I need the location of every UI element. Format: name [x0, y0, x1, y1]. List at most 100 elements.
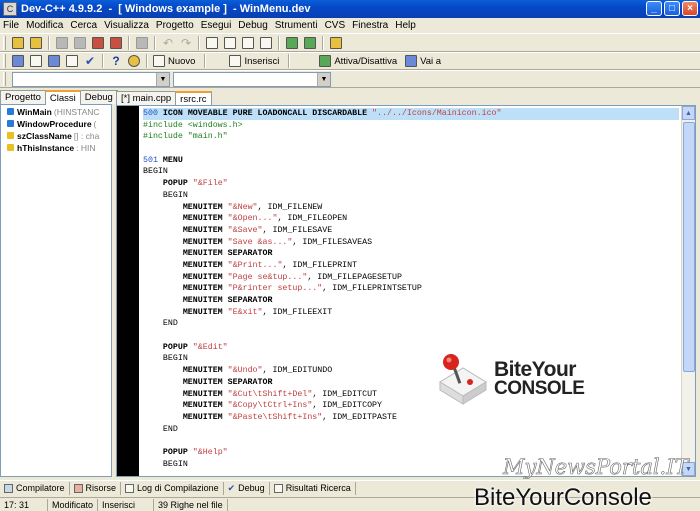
code-line[interactable]: #include "main.h": [143, 131, 679, 143]
close-button[interactable]: ×: [682, 1, 698, 16]
tree-item[interactable]: WindowProcedure (: [1, 118, 111, 129]
code-line[interactable]: MENUITEM SEPARATOR: [143, 295, 679, 307]
menu-progetto[interactable]: Progetto: [153, 20, 198, 31]
code-line[interactable]: MENUITEM "E&xit", IDM_FILEEXIT: [143, 307, 679, 319]
code-line[interactable]: 500 ICON MOVEABLE PURE LOADONCALL DISCAR…: [143, 108, 679, 120]
tab-compilatore[interactable]: Compilatore: [0, 481, 70, 495]
code-line[interactable]: MENUITEM SEPARATOR: [143, 248, 679, 260]
debug-check-button[interactable]: ✔: [82, 54, 98, 69]
add-to-project-button[interactable]: [284, 35, 300, 50]
tab-rsrc-rc[interactable]: rsrc.rc: [175, 91, 212, 106]
open-project-button[interactable]: [28, 35, 44, 50]
class-select[interactable]: ▼: [12, 71, 170, 87]
menu-file[interactable]: File: [0, 20, 23, 31]
code-line[interactable]: MENUITEM "&New", IDM_FILENEW: [143, 202, 679, 214]
menu-visualizza[interactable]: Visualizza: [101, 20, 153, 31]
code-line[interactable]: MENUITEM "&Print...", IDM_FILEPRINT: [143, 260, 679, 272]
tree-item[interactable]: hThisInstance : HIN: [1, 142, 111, 153]
insert-button[interactable]: Inserisci: [209, 55, 285, 67]
code-line[interactable]: MENUITEM "P&rinter setup...", IDM_FILEPR…: [143, 283, 679, 295]
menu-modifica[interactable]: Modifica: [23, 20, 67, 31]
code-editor[interactable]: 500 ICON MOVEABLE PURE LOADONCALL DISCAR…: [116, 105, 696, 477]
rebuild-button[interactable]: [64, 54, 80, 69]
run-button[interactable]: [28, 54, 44, 69]
scroll-thumb[interactable]: [683, 122, 695, 372]
save-button[interactable]: [72, 35, 88, 50]
minimize-button[interactable]: _: [646, 1, 662, 16]
menu-esegui[interactable]: Esegui: [198, 20, 236, 31]
compile-run-button[interactable]: [46, 54, 62, 69]
replace-button[interactable]: [222, 35, 238, 50]
code-area[interactable]: 500 ICON MOVEABLE PURE LOADONCALL DISCAR…: [143, 108, 679, 470]
menu-help[interactable]: Help: [392, 20, 420, 31]
tab-risultati-ricerca[interactable]: Risultati Ricerca: [270, 481, 356, 495]
code-line[interactable]: [143, 143, 679, 155]
code-line[interactable]: MENUITEM SEPARATOR: [143, 377, 679, 389]
code-line[interactable]: BEGIN: [143, 353, 679, 365]
tab-risorse[interactable]: Risorse: [70, 481, 122, 495]
undo-button[interactable]: ↶: [160, 35, 176, 50]
code-line[interactable]: 501 MENU: [143, 155, 679, 167]
project-options-button[interactable]: [328, 35, 344, 50]
code-line[interactable]: POPUP "&File": [143, 178, 679, 190]
save-all-button[interactable]: [90, 35, 106, 50]
about-button[interactable]: [126, 54, 142, 69]
goto-line-button[interactable]: [258, 35, 274, 50]
code-line[interactable]: MENUITEM "Page se&tup...", IDM_FILEPAGES…: [143, 272, 679, 284]
print-button[interactable]: [134, 35, 150, 50]
help-button[interactable]: ?: [108, 54, 124, 69]
code-line[interactable]: MENUITEM "Save &as...", IDM_FILESAVEAS: [143, 237, 679, 249]
code-line[interactable]: MENUITEM "&Undo", IDM_EDITUNDO: [143, 365, 679, 377]
find-button[interactable]: [204, 35, 220, 50]
find-next-button[interactable]: [240, 35, 256, 50]
goto-bookmark-button[interactable]: Vai a: [403, 55, 447, 67]
new-project-button[interactable]: [10, 35, 26, 50]
vertical-scrollbar[interactable]: ▲ ▼: [681, 106, 695, 476]
tab-classi[interactable]: Classi: [44, 90, 81, 105]
insert-icon: [229, 55, 242, 67]
editor-gutter[interactable]: [117, 106, 139, 476]
scroll-up-icon[interactable]: ▲: [682, 106, 695, 120]
tab-log-compilazione[interactable]: Log di Compilazione: [121, 481, 224, 495]
code-line[interactable]: BEGIN: [143, 190, 679, 202]
tree-item[interactable]: szClassName [] : cha: [1, 130, 111, 141]
code-line[interactable]: [143, 435, 679, 447]
member-select[interactable]: ▼: [173, 71, 331, 87]
code-line[interactable]: MENUITEM "&Paste\tShift+Ins", IDM_EDITPA…: [143, 412, 679, 424]
toolbar-grip[interactable]: [3, 54, 6, 68]
tab-progetto[interactable]: Progetto: [0, 90, 46, 104]
tab-debug-bottom[interactable]: ✔ Debug: [224, 481, 270, 495]
code-line[interactable]: BEGIN: [143, 166, 679, 178]
code-line[interactable]: [143, 330, 679, 342]
menu-strumenti[interactable]: Strumenti: [272, 20, 322, 31]
code-line[interactable]: #include <windows.h>: [143, 120, 679, 132]
code-line[interactable]: MENUITEM "&Copy\tCtrl+Ins", IDM_EDITCOPY: [143, 400, 679, 412]
code-token: , IDM_EDITUNDO: [262, 366, 333, 376]
maximize-button[interactable]: □: [664, 1, 680, 16]
redo-button[interactable]: ↷: [178, 35, 194, 50]
menu-finestra[interactable]: Finestra: [349, 20, 392, 31]
code-token: MENUITEM: [143, 237, 228, 247]
menu-debug[interactable]: Debug: [235, 20, 271, 31]
tree-item[interactable]: WinMain (HINSTANC: [1, 106, 111, 117]
menu-cerca[interactable]: Cerca: [67, 20, 101, 31]
toolbar-grip[interactable]: [3, 72, 6, 86]
toolbar-grip[interactable]: [3, 35, 6, 50]
close-file-button[interactable]: [108, 35, 124, 50]
code-line[interactable]: POPUP "&Edit": [143, 342, 679, 354]
menu-cvs[interactable]: CVS: [322, 20, 350, 31]
remove-from-project-button[interactable]: [302, 35, 318, 50]
compile-button[interactable]: [10, 54, 26, 69]
new-class-button[interactable]: Nuovo: [151, 55, 201, 67]
tab-debug[interactable]: Debug: [79, 90, 118, 104]
new-file-button[interactable]: [54, 35, 70, 50]
code-line[interactable]: MENUITEM "&Open...", IDM_FILEOPEN: [143, 213, 679, 225]
code-line[interactable]: MENUITEM "&Cut\tShift+Del", IDM_EDITCUT: [143, 389, 679, 401]
mynewsportal-watermark: MyNewsPortal.IT: [503, 455, 689, 480]
tab-main-cpp[interactable]: [*] main.cpp: [116, 91, 177, 105]
code-line[interactable]: MENUITEM "&Save", IDM_FILESAVE: [143, 225, 679, 237]
app-icon[interactable]: C: [3, 2, 17, 16]
toggle-bookmark-button[interactable]: Attiva/Disattiva: [293, 55, 403, 67]
code-line[interactable]: END: [143, 318, 679, 330]
code-line[interactable]: END: [143, 424, 679, 436]
